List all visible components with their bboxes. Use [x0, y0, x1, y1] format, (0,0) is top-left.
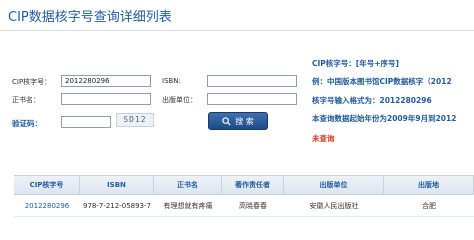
- col-title: 正书名: [154, 176, 222, 194]
- verify-label: 验证码：: [12, 119, 42, 128]
- info-date-range: 本查询数据起始年份为2009年9月到2012: [312, 114, 457, 123]
- cip-input[interactable]: 2012280296: [61, 75, 151, 87]
- table-row[interactable]: 2012280296 978-7-212-05893-7 有理想就有疼痛 高晓春…: [14, 195, 474, 217]
- info-format-title: CIP核字号：[年号+序号]: [312, 59, 399, 68]
- cip-label: CIP核字号：: [12, 78, 52, 86]
- search-icon: [222, 116, 231, 126]
- cell-cip[interactable]: 2012280296: [14, 195, 80, 216]
- cell-author: 高晓春春: [239, 202, 267, 210]
- info-status: 未查询: [312, 134, 335, 143]
- isbn-label: ISBN:: [162, 77, 181, 85]
- col-cip: CIP核字号: [14, 176, 80, 194]
- col-author: 著作责任者: [222, 176, 284, 194]
- results-table: CIP核字号 ISBN 正书名 著作责任者 出版单位 出版地 201228029…: [14, 175, 474, 217]
- search-button[interactable]: 搜 索: [208, 112, 268, 130]
- col-publisher: 出版单位: [284, 176, 384, 194]
- title-label: 正书名：: [12, 96, 40, 104]
- publisher-label: 出版单位：: [162, 96, 197, 104]
- captcha-image[interactable]: SD12: [116, 113, 154, 127]
- cell-title: 有理想就有疼痛: [163, 202, 213, 210]
- verify-input[interactable]: [61, 116, 111, 128]
- search-button-label: 搜 索: [235, 116, 254, 126]
- info-example: 例：中国版本图书馆CIP数据核字（2012: [312, 77, 452, 86]
- title-divider: [0, 30, 474, 31]
- page-title: CIP数据核字号查询详细列表: [8, 10, 172, 25]
- cell-place: 合肥: [422, 202, 436, 210]
- cell-isbn: 978-7-212-05893-7: [82, 202, 151, 210]
- cell-publisher: 安徽人民出版社: [309, 202, 359, 210]
- col-place: 出版地: [384, 176, 474, 194]
- info-input-format: 核字号输入格式为：2012280296: [312, 96, 432, 105]
- table-header: CIP核字号 ISBN 正书名 著作责任者 出版单位 出版地: [14, 175, 474, 195]
- title-input[interactable]: [61, 93, 151, 105]
- isbn-input[interactable]: [207, 75, 297, 87]
- col-isbn: ISBN: [80, 176, 154, 194]
- publisher-input[interactable]: [207, 93, 297, 105]
